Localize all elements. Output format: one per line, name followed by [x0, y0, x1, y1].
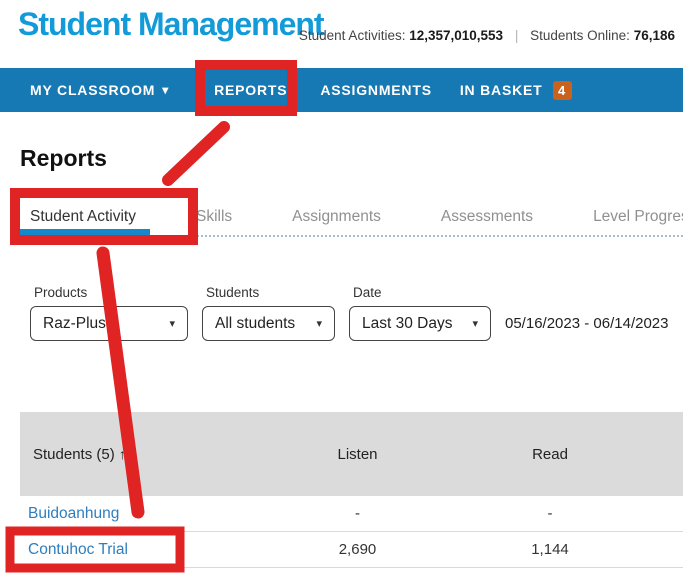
nav-my-classroom[interactable]: MY CLASSROOM ▾	[30, 82, 169, 98]
report-tabs: Student Activity Skills Assignments Asse…	[18, 208, 683, 237]
nav-my-classroom-label: MY CLASSROOM	[30, 82, 156, 98]
tab-assignments[interactable]: Assignments	[292, 208, 381, 226]
student-activity-table: Students (5) ↑ Listen Read Buidoanhung -…	[20, 412, 683, 568]
table-row: Contuhoc Trial 2,690 1,144	[20, 532, 683, 568]
students-label: Students	[206, 285, 260, 300]
students-filter-group: Students All students ▾	[202, 285, 335, 341]
caret-down-icon: ▾	[162, 83, 170, 97]
products-select[interactable]: Raz-Plus ▾	[30, 306, 188, 341]
page-title: Reports	[20, 145, 107, 171]
date-label: Date	[353, 285, 382, 300]
students-selected-value: All students	[215, 314, 296, 332]
table-header-row: Students (5) ↑ Listen Read	[20, 412, 683, 496]
header-stats: Student Activities: 12,357,010,553 | Stu…	[299, 28, 675, 43]
students-online-label: Students Online:	[530, 28, 630, 43]
stats-separator: |	[514, 28, 519, 43]
read-value: -	[547, 505, 553, 522]
report-filters: Products Raz-Plus ▾ Students All student…	[20, 285, 683, 341]
tab-skills[interactable]: Skills	[196, 208, 232, 226]
listen-value: -	[355, 505, 360, 522]
column-header-students[interactable]: Students (5) ↑	[20, 446, 290, 463]
nav-assignments[interactable]: ASSIGNMENTS	[320, 82, 431, 98]
nav-in-basket-label: IN BASKET	[459, 82, 543, 98]
products-selected-value: Raz-Plus	[43, 314, 106, 332]
products-label: Products	[34, 285, 88, 300]
listen-value: 2,690	[338, 541, 377, 558]
student-activities-value: 12,357,010,553	[409, 28, 504, 43]
column-header-listen[interactable]: Listen	[290, 446, 425, 463]
nav-reports-label: REPORTS	[214, 82, 288, 98]
students-online-value: 76,186	[633, 28, 675, 43]
dropdown-caret-icon: ▾	[472, 318, 478, 330]
date-range-text: 05/16/2023 - 06/14/2023	[505, 315, 669, 332]
app-header: Student Management Student Activities: 1…	[0, 0, 683, 68]
student-link-buidoanhung[interactable]: Buidoanhung	[28, 505, 119, 522]
main-nav: MY CLASSROOM ▾ REPORTS ASSIGNMENTS IN BA…	[0, 68, 683, 112]
date-selected-value: Last 30 Days	[362, 314, 453, 332]
date-filter-group: Date Last 30 Days ▾	[349, 285, 491, 341]
tab-assessments[interactable]: Assessments	[441, 208, 533, 226]
nav-in-basket[interactable]: IN BASKET 4	[459, 80, 572, 100]
student-activities-label: Student Activities:	[298, 28, 406, 43]
table-row: Buidoanhung - -	[20, 496, 683, 532]
main-content: Reports Student Activity Skills Assignme…	[0, 145, 683, 568]
sort-up-icon: ↑	[118, 445, 126, 462]
nav-reports[interactable]: REPORTS	[214, 82, 287, 98]
app-logo[interactable]: Student Management	[18, 6, 325, 43]
dropdown-caret-icon: ▾	[316, 318, 322, 330]
column-header-read[interactable]: Read	[425, 446, 675, 463]
dropdown-caret-icon: ▾	[169, 318, 175, 330]
products-filter-group: Products Raz-Plus ▾	[30, 285, 188, 341]
in-basket-count-badge: 4	[552, 80, 572, 100]
read-value: 1,144	[531, 541, 569, 558]
student-link-contuhoc-trial[interactable]: Contuhoc Trial	[28, 541, 128, 558]
students-select[interactable]: All students ▾	[202, 306, 335, 341]
tab-student-activity[interactable]: Student Activity	[18, 208, 150, 237]
tab-level-progress[interactable]: Level Progress	[593, 208, 683, 226]
date-select[interactable]: Last 30 Days ▾	[349, 306, 491, 341]
nav-assignments-label: ASSIGNMENTS	[320, 82, 432, 98]
